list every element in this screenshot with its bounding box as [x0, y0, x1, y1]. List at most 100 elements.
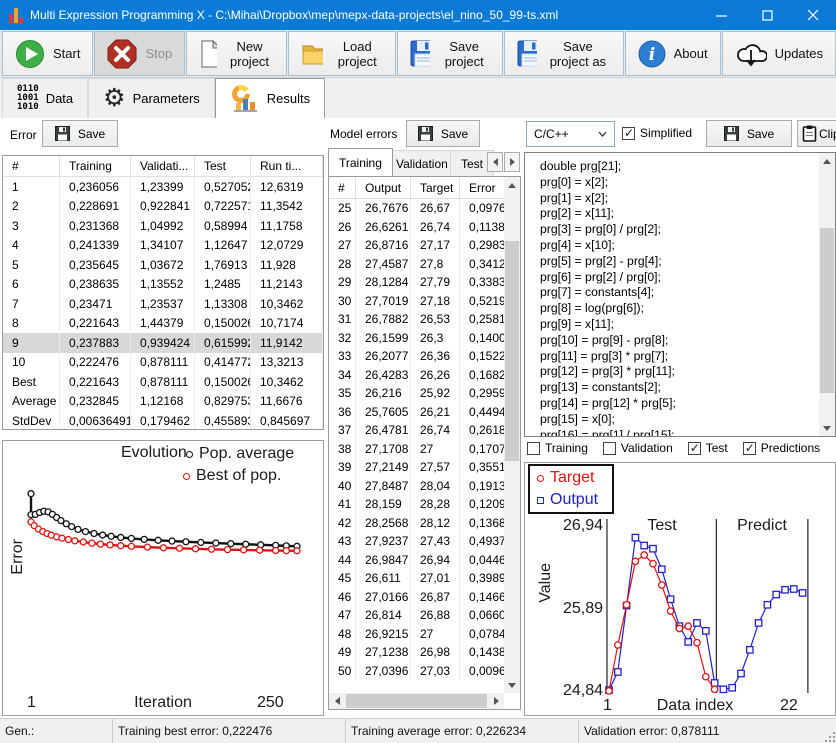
code-line: prg[7] = constants[4];	[540, 285, 815, 301]
floppy-icon	[724, 126, 739, 141]
table-row[interactable]: 28 27,4587 27,8 0,341298	[329, 255, 505, 274]
toggle-predictions[interactable]: Predictions	[743, 441, 820, 455]
table-row[interactable]: 37 26,4781 26,74 0,261882	[329, 421, 505, 440]
table-row[interactable]: 45 26,611 27,01 0,398998	[329, 569, 505, 588]
folder-icon	[301, 41, 323, 67]
toggle-training[interactable]: Training	[527, 441, 588, 455]
tab-scroll-left[interactable]	[487, 152, 503, 172]
titlebar: Multi Expression Programming X - C:\Miha…	[0, 0, 836, 30]
tab-training[interactable]: Training	[328, 148, 393, 176]
scroll-down-button[interactable]	[819, 420, 835, 436]
column-header-output[interactable]: Output	[356, 177, 411, 198]
scroll-thumb[interactable]	[820, 228, 834, 393]
table-row[interactable]: 36 25,7605 26,21 0,449498	[329, 403, 505, 422]
scroll-thumb[interactable]	[346, 694, 487, 708]
column-header-number[interactable]: #	[3, 156, 60, 176]
table-row[interactable]: 40 27,8487 28,04 0,191323	[329, 477, 505, 496]
table-row[interactable]: 9 0,237883 0,939424 0,615992 11,9142	[3, 333, 323, 353]
y-tick-top: 26,94	[545, 517, 603, 535]
code-save-button[interactable]: Save	[706, 120, 792, 147]
toggle-validation[interactable]: Validation	[603, 441, 673, 455]
table-row[interactable]: 46 27,0166 26,87 0,146609	[329, 588, 505, 607]
tab-scroll-right[interactable]	[504, 152, 520, 172]
series-toggle-row: Training Validation Test Predictions	[527, 441, 820, 455]
column-header-training[interactable]: Training	[60, 156, 131, 176]
model-save-button[interactable]: Save	[406, 120, 480, 147]
table-row[interactable]: 26 26,6261 26,74 0,113891	[329, 218, 505, 237]
table-row[interactable]: 4 0,241339 1,34107 1,12647 12,0729	[3, 236, 323, 256]
model-errors-title: Model errors	[330, 127, 397, 141]
table-row[interactable]: 1 0,236056 1,23399 0,527052 12,6319	[3, 177, 323, 197]
table-row[interactable]: 31 26,7882 26,53 0,258182	[329, 310, 505, 329]
maximize-button[interactable]	[744, 0, 790, 30]
column-header-runtime[interactable]: Run ti...	[251, 156, 323, 176]
scroll-left-button[interactable]	[329, 693, 345, 709]
table-row[interactable]: 34 26,4283 26,26 0,168276	[329, 366, 505, 385]
table-row[interactable]: 33 26,2077 26,36 0,152287	[329, 347, 505, 366]
table-row[interactable]: 27 26,8716 27,17 0,298384	[329, 236, 505, 255]
about-button[interactable]: i About	[625, 31, 721, 76]
close-button[interactable]	[790, 0, 836, 30]
table-row[interactable]: 29 28,1284 27,79 0,338365	[329, 273, 505, 292]
save-project-as-button[interactable]: Save project as	[504, 31, 623, 76]
tab-data[interactable]: 011010011010 Data	[2, 78, 88, 118]
save-project-button[interactable]: Save project	[397, 31, 503, 76]
code-line: prg[13] = constants[2];	[540, 380, 815, 396]
table-row[interactable]: StdDev 0,00636491 0,179462 0,455893 0,84…	[3, 411, 323, 430]
resize-grip[interactable]	[821, 728, 835, 742]
table-row[interactable]: 42 28,2568 28,12 0,136832	[329, 514, 505, 533]
table-row[interactable]: 43 27,9237 27,43 0,493738	[329, 532, 505, 551]
column-header-test[interactable]: Test	[195, 156, 251, 176]
table-row[interactable]: 39 27,2149 27,57 0,355103	[329, 458, 505, 477]
scroll-up-button[interactable]	[819, 153, 835, 169]
table-row[interactable]: 41 28,159 28,28 0,120951	[329, 495, 505, 514]
column-header-validation[interactable]: Validati...	[131, 156, 195, 176]
tab-parameters[interactable]: ⚙ Parameters	[88, 78, 215, 118]
minimize-button[interactable]	[698, 0, 744, 30]
table-row[interactable]: Average 0,232845 1,12168 0,829753 11,667…	[3, 392, 323, 412]
tab-validation[interactable]: Validation	[385, 150, 459, 176]
start-button[interactable]: Start	[2, 31, 93, 76]
table-row[interactable]: 6 0,238635 1,13552 1,2485 11,2143	[3, 275, 323, 295]
scroll-down-button[interactable]	[504, 677, 520, 693]
code-line: double prg[21];	[540, 159, 815, 175]
error-save-button[interactable]: Save	[42, 120, 118, 147]
toggle-test[interactable]: Test	[688, 441, 728, 455]
load-project-button[interactable]: Load project	[288, 31, 396, 76]
table-row[interactable]: Best 0,221643 0,878111 0,150026 10,3462	[3, 372, 323, 392]
stop-button[interactable]: Stop	[94, 31, 185, 76]
table-row[interactable]: 10 0,222476 0,878111 0,414772 13,3213	[3, 353, 323, 373]
table-row[interactable]: 7 0,23471 1,23537 1,13308 10,3462	[3, 294, 323, 314]
new-project-button[interactable]: New project	[186, 31, 287, 76]
table-row[interactable]: 44 26,9847 26,94 0,044650	[329, 551, 505, 570]
scroll-thumb[interactable]	[505, 241, 519, 461]
table-row[interactable]: 30 27,7019 27,18 0,521945	[329, 292, 505, 311]
table-row[interactable]: 50 27,0396 27,03 0,009634	[329, 662, 505, 681]
x-axis-label-iteration: Iteration	[63, 694, 263, 712]
table-row[interactable]: 2 0,228691 0,922841 0,722571 11,3542	[3, 197, 323, 217]
table-row[interactable]: 35 26,216 25,92 0,295984	[329, 384, 505, 403]
column-header-error[interactable]: Error	[460, 177, 505, 198]
table-row[interactable]: 48 26,9215 27 0,078470	[329, 625, 505, 644]
clipboard-button[interactable]: Clipboard	[797, 120, 836, 147]
scroll-up-button[interactable]	[504, 177, 520, 193]
tab-results[interactable]: Results	[215, 78, 325, 118]
column-header-target[interactable]: Target	[411, 177, 460, 198]
evolution-chart: Evolution Pop. average Best of pop. Erro…	[2, 440, 324, 716]
x-tick-last: 22	[780, 697, 798, 715]
language-select[interactable]: C/C++	[526, 121, 615, 147]
table-row[interactable]: 47 26,814 26,88 0,066008	[329, 606, 505, 625]
updates-button[interactable]: Updates	[722, 31, 836, 76]
checkbox-icon	[603, 442, 616, 455]
table-row[interactable]: 38 27,1708 27 0,170794	[329, 440, 505, 459]
simplified-checkbox[interactable]: Simplified	[622, 126, 692, 140]
table-row[interactable]: 8 0,221643 1,44379 0,150026 10,7174	[3, 314, 323, 334]
table-row[interactable]: 3 0,231368 1,04992 0,58994 11,1758	[3, 216, 323, 236]
table-row[interactable]: 32 26,1599 26,3 0,140062	[329, 329, 505, 348]
column-header-number[interactable]: #	[329, 177, 356, 198]
table-row[interactable]: 25 26,7676 26,67 0,097612	[329, 199, 505, 218]
code-line: prg[11] = prg[3] * prg[7];	[540, 349, 815, 365]
scroll-right-button[interactable]	[488, 693, 504, 709]
table-row[interactable]: 49 27,1238 26,98 0,143835	[329, 643, 505, 662]
table-row[interactable]: 5 0,235645 1,03672 1,76913 11,928	[3, 255, 323, 275]
